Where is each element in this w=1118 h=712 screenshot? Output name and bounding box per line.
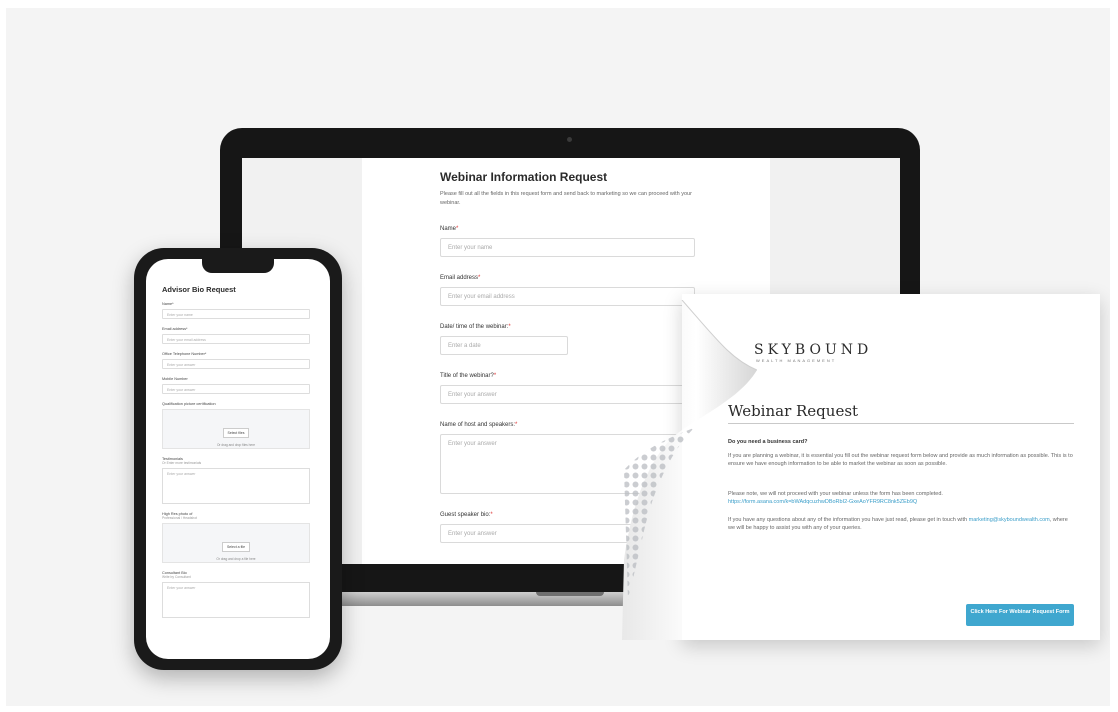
phone-field-office: Office Telephone Number* Enter your answ… — [162, 352, 316, 369]
mobile-input[interactable]: Enter your answer — [162, 384, 310, 394]
upload-hint: Or drag and drop a file here — [216, 557, 256, 561]
required-mark: * — [508, 324, 511, 330]
field-label: Qualification picture certification — [162, 402, 216, 406]
upload-hint: Or drag and drop files here — [216, 443, 256, 447]
testimonials-textarea[interactable]: Enter your answer — [162, 468, 310, 504]
flyer-title: Webinar Request — [728, 402, 859, 420]
form-title: Webinar Information Request — [440, 170, 608, 184]
name-input[interactable]: Enter your name — [440, 238, 695, 257]
phone-field-photo: High Res photo of Professional / Headsho… — [162, 512, 316, 563]
phone-mockup: Advisor Bio Request Name* Enter your nam… — [134, 248, 342, 670]
flyer-paragraph: If you are planning a webinar, it is ess… — [728, 453, 1073, 467]
flyer-paragraph: Please note, we will not proceed with yo… — [728, 490, 1074, 506]
email-link[interactable]: marketing@skyboundwealth.com — [969, 517, 1050, 523]
laptop-notch — [536, 592, 604, 596]
phone-name-input[interactable]: Enter your name — [162, 309, 310, 319]
phone-notch — [202, 259, 274, 273]
webinar-request-button[interactable]: Click Here For Webinar Request Form — [966, 604, 1074, 626]
field-label: Name — [440, 226, 457, 232]
phone-field-testimonials: Testimonials Or Enter more testimonials … — [162, 457, 316, 504]
select-files-button[interactable]: Select files — [222, 428, 250, 438]
field-hint: Or Enter more testimonials — [162, 461, 202, 465]
phone-field-email: Email address* Enter your email address — [162, 327, 316, 344]
field-hint: Write by Consultant — [162, 575, 191, 579]
hero-image: Webinar Information Request Please fill … — [6, 8, 1110, 706]
page-curl-graphic — [622, 300, 757, 640]
required-mark: * — [490, 512, 493, 518]
laptop-camera — [567, 137, 572, 142]
brand-tagline: WEALTH MANAGEMENT — [756, 358, 837, 363]
date-input[interactable]: Enter a date — [440, 336, 568, 355]
form-link[interactable]: https://form.asana.com/k=bWAdqcuzhwDBoRb… — [728, 499, 917, 505]
phone-field-name: Name* Enter your name — [162, 302, 316, 319]
phone-field-qualification: Qualification picture certification Sele… — [162, 402, 316, 449]
divider — [728, 423, 1074, 424]
field-label: Office Telephone Number* — [162, 352, 207, 356]
qualification-upload[interactable]: Select files Or drag and drop files here — [162, 409, 310, 449]
field-label: Guest speaker bio: — [440, 512, 491, 518]
required-mark: * — [515, 422, 518, 428]
flyer-sheet: SKYBOUND WEALTH MANAGEMENT Webinar Reque… — [622, 294, 1100, 640]
phone-email-input[interactable]: Enter your email address — [162, 334, 310, 344]
flyer-contact-text: If you have any questions about any of t… — [728, 517, 968, 523]
form-field-name: Name* Enter your name — [440, 226, 770, 257]
required-mark: * — [456, 226, 459, 232]
field-label: Date/ time of the webinar: — [440, 324, 509, 330]
required-mark: * — [478, 275, 481, 281]
phone-field-bio: Consultant Bio Write by Consultant Enter… — [162, 571, 316, 618]
field-label: Name of host and speakers: — [440, 422, 516, 428]
phone-screen: Advisor Bio Request Name* Enter your nam… — [146, 259, 330, 659]
form-description: Please fill out all the fields in this r… — [440, 191, 692, 206]
flyer-question: Do you need a business card? — [728, 439, 808, 445]
brand-logo: SKYBOUND — [754, 342, 873, 358]
field-label: Email address* — [162, 327, 188, 331]
field-label: Mobile Number — [162, 377, 188, 381]
flyer-note: Please note, we will not proceed with yo… — [728, 491, 943, 497]
photo-upload[interactable]: Select a file Or drag and drop a file he… — [162, 523, 310, 563]
office-phone-input[interactable]: Enter your answer — [162, 359, 310, 369]
field-label: Title of the webinar? — [440, 373, 494, 379]
flyer-paragraph: If you have any questions about any of t… — [728, 516, 1074, 532]
consultant-bio-textarea[interactable]: Enter your answer — [162, 582, 310, 618]
required-mark: * — [493, 373, 497, 379]
field-label: Email address — [440, 275, 479, 281]
advisor-form-title: Advisor Bio Request — [162, 285, 236, 294]
select-file-button[interactable]: Select a file — [221, 542, 251, 552]
field-label: Name* — [162, 302, 174, 306]
phone-field-mobile: Mobile Number Enter your answer — [162, 377, 316, 394]
field-hint: Professional / Headshot — [162, 516, 198, 520]
